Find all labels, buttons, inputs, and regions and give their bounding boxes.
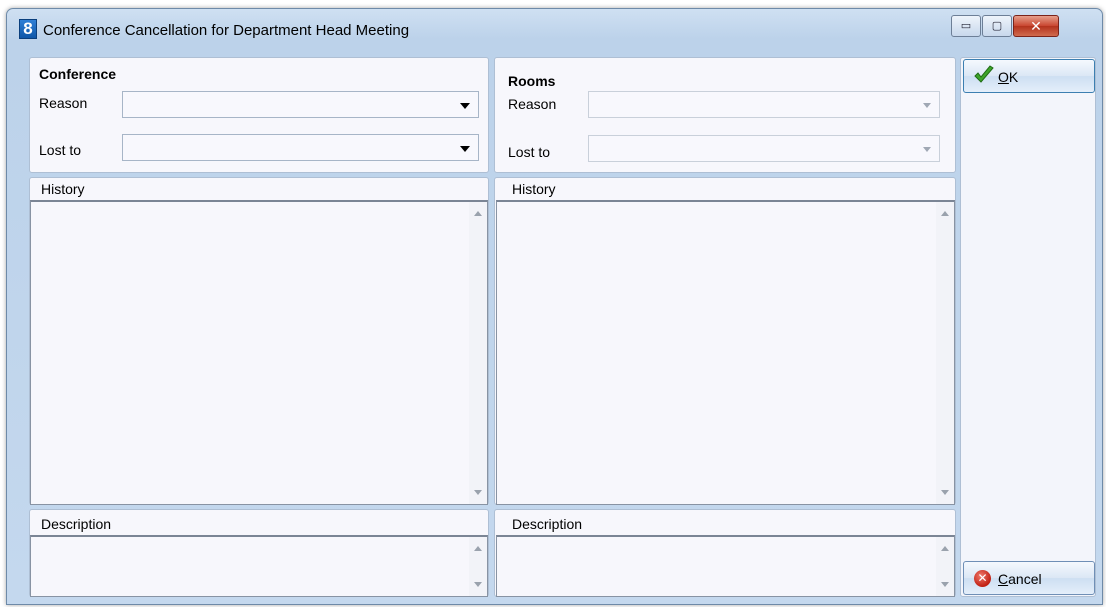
scroll-down-arrow-icon[interactable] bbox=[941, 490, 949, 495]
conference-heading: Conference bbox=[39, 66, 117, 82]
rooms-lost-to-label: Lost to bbox=[508, 144, 551, 160]
conference-history-group: History bbox=[29, 177, 489, 505]
conference-history-textarea[interactable] bbox=[30, 200, 488, 505]
conference-description-group: Description bbox=[29, 509, 489, 597]
scroll-up-arrow-icon[interactable] bbox=[941, 211, 949, 216]
maximize-button[interactable]: ▢ bbox=[982, 15, 1012, 37]
rooms-history-group: History bbox=[494, 177, 956, 505]
conference-description-scrollbar[interactable] bbox=[469, 537, 487, 596]
scroll-down-arrow-icon[interactable] bbox=[941, 582, 949, 587]
rooms-panel: Rooms Reason Lost to bbox=[494, 57, 956, 173]
conference-description-textarea[interactable] bbox=[30, 535, 488, 597]
ok-button[interactable]: OK bbox=[963, 59, 1095, 93]
rooms-description-label: Description bbox=[512, 516, 583, 532]
window-title: Conference Cancellation for Department H… bbox=[43, 22, 410, 39]
rooms-description-textarea[interactable] bbox=[496, 535, 955, 597]
button-panel: OK ✕ Cancel bbox=[960, 57, 1096, 597]
rooms-history-label: History bbox=[512, 181, 556, 197]
conference-reason-label: Reason bbox=[39, 95, 88, 111]
ok-button-label: OK bbox=[998, 69, 1019, 85]
rooms-history-textarea[interactable] bbox=[496, 200, 955, 505]
dialog-window: 8 Conference Cancellation for Department… bbox=[6, 8, 1103, 605]
conference-lost-to-dropdown[interactable] bbox=[122, 134, 479, 161]
rooms-heading: Rooms bbox=[508, 73, 556, 89]
app-logo-icon: 8 bbox=[19, 19, 37, 39]
red-x-circle-icon: ✕ bbox=[974, 570, 991, 587]
conference-description-label: Description bbox=[41, 516, 112, 532]
rooms-description-scrollbar[interactable] bbox=[936, 537, 954, 596]
title-bar[interactable]: 8 Conference Cancellation for Department… bbox=[7, 9, 1102, 53]
chevron-down-icon bbox=[923, 103, 931, 108]
close-button[interactable]: ✕ bbox=[1013, 15, 1059, 37]
green-check-icon bbox=[974, 65, 994, 83]
scroll-down-arrow-icon[interactable] bbox=[474, 490, 482, 495]
minimize-button[interactable]: ▭ bbox=[951, 15, 981, 37]
chevron-down-icon bbox=[460, 103, 470, 109]
conference-reason-dropdown[interactable] bbox=[122, 91, 479, 118]
conference-history-label: History bbox=[41, 181, 85, 197]
scroll-down-arrow-icon[interactable] bbox=[474, 582, 482, 587]
rooms-description-group: Description bbox=[494, 509, 956, 597]
rooms-lost-to-dropdown[interactable] bbox=[588, 135, 940, 162]
conference-panel: Conference Reason Lost to bbox=[29, 57, 489, 173]
scroll-up-arrow-icon[interactable] bbox=[474, 211, 482, 216]
scroll-up-arrow-icon[interactable] bbox=[474, 546, 482, 551]
rooms-reason-label: Reason bbox=[508, 96, 557, 112]
conference-lost-to-label: Lost to bbox=[39, 142, 82, 158]
rooms-reason-dropdown[interactable] bbox=[588, 91, 940, 118]
scroll-up-arrow-icon[interactable] bbox=[941, 546, 949, 551]
cancel-button[interactable]: ✕ Cancel bbox=[963, 561, 1095, 595]
cancel-button-label: Cancel bbox=[998, 571, 1042, 587]
chevron-down-icon bbox=[460, 146, 470, 152]
chevron-down-icon bbox=[923, 147, 931, 152]
conference-history-scrollbar[interactable] bbox=[469, 202, 487, 504]
rooms-history-scrollbar[interactable] bbox=[936, 202, 954, 504]
